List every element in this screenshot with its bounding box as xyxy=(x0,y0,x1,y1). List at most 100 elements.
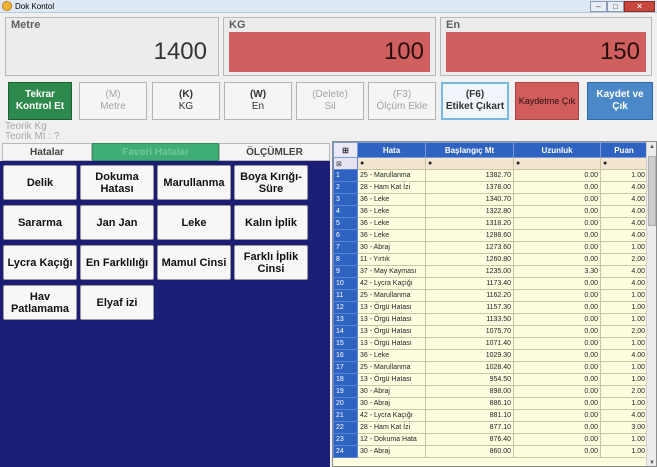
row-number[interactable]: 12 xyxy=(333,301,358,314)
cell-uzunluk[interactable]: 0.00 xyxy=(513,277,601,290)
filter-icon[interactable]: ⊠ xyxy=(333,157,358,170)
cell-puan[interactable]: 1.00 xyxy=(600,397,648,410)
error-button-hav-patlamama[interactable]: Hav Patlamama xyxy=(3,285,77,320)
table-row[interactable]: 2 28 - Ham Kat İzi 1378.00 0.00 4.00 xyxy=(333,181,648,194)
cell-baslangic-mt[interactable]: 1075.70 xyxy=(425,325,514,338)
row-number[interactable]: 21 xyxy=(333,409,358,422)
cell-hata[interactable]: 36 - Leke xyxy=(357,205,426,218)
cell-hata[interactable]: 30 - Abraj xyxy=(357,445,426,458)
cell-hata[interactable]: 13 - Örgü Hatası xyxy=(357,373,426,386)
table-row[interactable]: 5 36 - Leke 1318.20 0.00 4.00 xyxy=(333,217,648,230)
cell-hata[interactable]: 30 - Abraj xyxy=(357,385,426,398)
cell-uzunluk[interactable]: 0.00 xyxy=(513,397,601,410)
table-row[interactable]: 15 13 - Örgü Hatası 1071.40 0.00 1.00 xyxy=(333,337,648,350)
cell-hata[interactable]: 25 - Marullanma xyxy=(357,289,426,302)
etiket-cikart-button[interactable]: (F6) Etiket Çıkart xyxy=(441,82,509,120)
cell-puan[interactable]: 1.00 xyxy=(600,169,648,182)
row-number[interactable]: 15 xyxy=(333,337,358,350)
cell-uzunluk[interactable]: 0.00 xyxy=(513,205,601,218)
cell-baslangic-mt[interactable]: 1273.60 xyxy=(425,241,514,254)
table-row[interactable]: 14 13 - Örgü Hatası 1075.70 0.00 2.00 xyxy=(333,325,648,338)
cell-uzunluk[interactable]: 0.00 xyxy=(513,361,601,374)
filter-cell-baslangic-mt[interactable]: ● xyxy=(425,157,514,170)
error-button-lycra-kacigi[interactable]: Lycra Kaçığı xyxy=(3,245,77,280)
cell-puan[interactable]: 4.00 xyxy=(600,205,648,218)
cell-puan[interactable]: 4.00 xyxy=(600,349,648,362)
cell-baslangic-mt[interactable]: 1071.40 xyxy=(425,337,514,350)
table-row[interactable]: 9 37 - May Kayması 1235.00 3.30 4.00 xyxy=(333,265,648,278)
cell-puan[interactable]: 1.00 xyxy=(600,241,648,254)
table-row[interactable]: 22 28 - Ham Kat İzi 877.10 0.00 3.00 xyxy=(333,421,648,434)
col-header-uzunluk[interactable]: Uzunluk xyxy=(513,142,601,158)
cell-baslangic-mt[interactable]: 1028.40 xyxy=(425,361,514,374)
col-header-puan[interactable]: Puan xyxy=(600,142,648,158)
error-button-en-farkliligi[interactable]: En Farklılığı xyxy=(80,245,154,280)
cell-baslangic-mt[interactable]: 1029.30 xyxy=(425,349,514,362)
cell-puan[interactable]: 2.00 xyxy=(600,325,648,338)
cell-baslangic-mt[interactable]: 1322.80 xyxy=(425,205,514,218)
cell-baslangic-mt[interactable]: 1318.20 xyxy=(425,217,514,230)
scroll-down-icon[interactable]: ▼ xyxy=(647,458,656,466)
cell-uzunluk[interactable]: 0.00 xyxy=(513,229,601,242)
cell-uzunluk[interactable]: 0.00 xyxy=(513,181,601,194)
tab-favori-hatalar[interactable]: Favori Hatalar xyxy=(92,143,219,161)
error-button-jan-jan[interactable]: Jan Jan xyxy=(80,205,154,240)
table-row[interactable]: 1 25 - Marullanma 1382.70 0.00 1.00 xyxy=(333,169,648,182)
tekrar-kontrol-button[interactable]: Tekrar Kontrol Et xyxy=(8,82,72,120)
table-row[interactable]: 23 12 - Dokuma Hata 876.40 0.00 1.00 xyxy=(333,433,648,446)
cell-puan[interactable]: 1.00 xyxy=(600,361,648,374)
cell-puan[interactable]: 4.00 xyxy=(600,217,648,230)
cell-uzunluk[interactable]: 0.00 xyxy=(513,169,601,182)
row-number[interactable]: 17 xyxy=(333,361,358,374)
row-number[interactable]: 1 xyxy=(333,169,358,182)
table-row[interactable]: 11 25 - Marullanma 1162.20 0.00 1.00 xyxy=(333,289,648,302)
cell-uzunluk[interactable]: 0.00 xyxy=(513,445,601,458)
cell-baslangic-mt[interactable]: 898.00 xyxy=(425,385,514,398)
table-row[interactable]: 17 25 - Marullanma 1028.40 0.00 1.00 xyxy=(333,361,648,374)
error-button-boya-kirigi[interactable]: Boya Kırığı-Süre xyxy=(234,165,308,200)
error-button-kalin-iplik[interactable]: Kalın İplik xyxy=(234,205,308,240)
cell-uzunluk[interactable]: 0.00 xyxy=(513,253,601,266)
cell-puan[interactable]: 2.00 xyxy=(600,385,648,398)
cell-baslangic-mt[interactable]: 1260.80 xyxy=(425,253,514,266)
en-button[interactable]: (W) En xyxy=(224,82,292,120)
row-number[interactable]: 3 xyxy=(333,193,358,206)
row-number[interactable]: 20 xyxy=(333,397,358,410)
cell-uzunluk[interactable]: 0.00 xyxy=(513,373,601,386)
kaydet-ve-cik-button[interactable]: Kaydet ve Çık xyxy=(587,82,653,120)
cell-puan[interactable]: 4.00 xyxy=(600,193,648,206)
table-row[interactable]: 16 36 - Leke 1029.30 0.00 4.00 xyxy=(333,349,648,362)
table-row[interactable]: 13 13 - Örgü Hatası 1133.50 0.00 1.00 xyxy=(333,313,648,326)
cell-hata[interactable]: 30 - Abraj xyxy=(357,241,426,254)
cell-hata[interactable]: 25 - Marullanma xyxy=(357,361,426,374)
cell-baslangic-mt[interactable]: 877.10 xyxy=(425,421,514,434)
cell-hata[interactable]: 12 - Dokuma Hata xyxy=(357,433,426,446)
cell-baslangic-mt[interactable]: 1157.30 xyxy=(425,301,514,314)
cell-puan[interactable]: 4.00 xyxy=(600,277,648,290)
row-number[interactable]: 7 xyxy=(333,241,358,254)
table-row[interactable]: 4 36 - Leke 1322.80 0.00 4.00 xyxy=(333,205,648,218)
cell-hata[interactable]: 13 - Örgü Hatası xyxy=(357,313,426,326)
cell-uzunluk[interactable]: 0.00 xyxy=(513,289,601,302)
cell-baslangic-mt[interactable]: 860.00 xyxy=(425,445,514,458)
cell-puan[interactable]: 1.00 xyxy=(600,313,648,326)
row-number[interactable]: 5 xyxy=(333,217,358,230)
table-row[interactable]: 10 42 - Lycra Kaçığı 1173.40 0.00 4.00 xyxy=(333,277,648,290)
cell-puan[interactable]: 1.00 xyxy=(600,433,648,446)
cell-hata[interactable]: 42 - Lycra Kaçığı xyxy=(357,277,426,290)
cell-baslangic-mt[interactable]: 954.50 xyxy=(425,373,514,386)
row-number[interactable]: 13 xyxy=(333,313,358,326)
row-number[interactable]: 10 xyxy=(333,277,358,290)
row-number[interactable]: 24 xyxy=(333,445,358,458)
cell-uzunluk[interactable]: 0.00 xyxy=(513,301,601,314)
cell-hata[interactable]: 11 - Yırtık xyxy=(357,253,426,266)
filter-cell-uzunluk[interactable]: ● xyxy=(513,157,601,170)
cell-baslangic-mt[interactable]: 876.40 xyxy=(425,433,514,446)
col-header-baslangic-mt[interactable]: Başlangıç Mt xyxy=(425,142,514,158)
row-number[interactable]: 14 xyxy=(333,325,358,338)
row-number[interactable]: 18 xyxy=(333,373,358,386)
cell-hata[interactable]: 37 - May Kayması xyxy=(357,265,426,278)
table-row[interactable]: 24 30 - Abraj 860.00 0.00 1.00 xyxy=(333,445,648,458)
cell-hata[interactable]: 36 - Leke xyxy=(357,229,426,242)
cell-puan[interactable]: 1.00 xyxy=(600,337,648,350)
